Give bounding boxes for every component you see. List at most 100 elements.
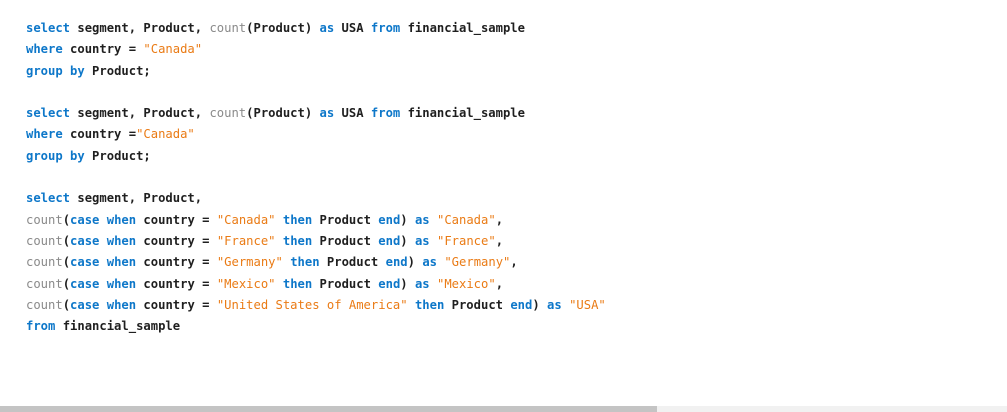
identifier-token: ): [400, 212, 415, 227]
code-line: select segment, Product, count(Product) …: [26, 103, 606, 124]
identifier-token: Product: [312, 233, 379, 248]
keyword-token: select: [26, 21, 71, 35]
string-token: "Mexico": [216, 276, 276, 291]
identifier-token: Product: [312, 212, 379, 227]
identifier-token: (: [62, 297, 71, 312]
code-line: count(case when country = "Germany" then…: [26, 252, 606, 273]
code-line: count(case when country = "Canada" then …: [26, 210, 606, 231]
identifier-token: country =: [136, 233, 217, 248]
string-token: "Canada": [437, 212, 496, 227]
identifier-token: [430, 234, 437, 248]
code-line: group by Product;: [26, 61, 606, 82]
keyword-token: end: [385, 255, 408, 270]
identifier-token: segment, Product,: [70, 191, 203, 206]
identifier-token: (: [62, 233, 71, 248]
identifier-token: (: [62, 255, 71, 270]
horizontal-scrollbar[interactable]: [0, 406, 1007, 412]
keyword-token: case: [70, 212, 100, 227]
identifier-token: country =: [136, 297, 217, 312]
keyword-token: as: [414, 233, 430, 248]
keyword-token: case: [70, 276, 100, 291]
identifier-token: (Product): [246, 21, 320, 35]
identifier-token: country =: [62, 127, 137, 142]
identifier-token: [99, 213, 106, 227]
identifier-token: (: [62, 212, 71, 227]
string-token: "Germany": [216, 255, 283, 270]
string-token: "Canada": [136, 127, 195, 142]
identifier-token: country =: [62, 42, 144, 57]
identifier-token: Product;: [84, 148, 151, 163]
keyword-token: as: [547, 297, 562, 312]
string-token: "France": [216, 233, 276, 248]
keyword-token: by: [70, 148, 85, 163]
identifier-token: [276, 234, 283, 248]
string-token: "Canada": [143, 42, 203, 57]
identifier-token: [430, 277, 437, 291]
identifier-token: [63, 64, 70, 78]
identifier-token: USA: [334, 21, 371, 35]
identifier-token: segment, Product,: [70, 21, 210, 35]
code-line: count(case when country = "Mexico" then …: [26, 274, 606, 295]
code-line: group by Product;: [26, 146, 606, 167]
keyword-token: end: [378, 276, 401, 291]
identifier-token: [276, 213, 283, 227]
identifier-token: [408, 298, 415, 312]
keyword-token: from: [26, 319, 56, 334]
code-line: count(case when country = "United States…: [26, 295, 606, 316]
identifier-token: Product;: [84, 63, 151, 78]
identifier-token: (Product): [246, 106, 320, 121]
string-token: "Germany": [444, 255, 511, 270]
function-token: count: [209, 106, 247, 121]
keyword-token: when: [106, 233, 137, 248]
keyword-token: then: [282, 276, 313, 291]
identifier-token: ,: [510, 255, 518, 270]
sql-code: select segment, Product, count(Product) …: [26, 18, 606, 337]
code-line: count(case when country = "France" then …: [26, 231, 606, 252]
scrollbar-thumb[interactable]: [0, 406, 657, 412]
identifier-token: [430, 213, 437, 227]
keyword-token: when: [106, 255, 137, 270]
keyword-token: from: [370, 21, 401, 35]
keyword-token: then: [290, 255, 320, 270]
function-token: count: [26, 212, 63, 227]
keyword-token: by: [70, 63, 85, 78]
string-token: "USA": [569, 297, 606, 312]
keyword-token: when: [106, 276, 137, 291]
code-line: select segment, Product,: [26, 188, 606, 209]
identifier-token: ,: [495, 233, 504, 248]
identifier-token: Product: [444, 297, 511, 312]
function-token: count: [26, 297, 63, 312]
keyword-token: where: [26, 127, 63, 142]
string-token: "Canada": [216, 212, 276, 227]
keyword-token: when: [106, 212, 137, 227]
keyword-token: when: [106, 297, 137, 312]
keyword-token: then: [282, 212, 313, 227]
code-line: select segment, Product, count(Product) …: [26, 18, 606, 39]
keyword-token: group: [26, 148, 63, 163]
keyword-token: case: [70, 255, 100, 270]
code-block: select segment, Product, count(Product) …: [0, 0, 1007, 412]
identifier-token: [99, 234, 106, 248]
identifier-token: financial_sample: [400, 106, 525, 121]
identifier-token: country =: [136, 212, 217, 227]
string-token: "France": [437, 233, 496, 248]
keyword-token: then: [282, 233, 313, 248]
keyword-token: case: [70, 233, 100, 248]
code-line: from financial_sample: [26, 316, 606, 337]
keyword-token: end: [378, 212, 401, 227]
function-token: count: [26, 255, 63, 270]
identifier-token: [276, 277, 283, 291]
identifier-token: ,: [495, 212, 504, 227]
identifier-token: [99, 255, 106, 269]
identifier-token: country =: [136, 255, 217, 270]
identifier-token: ): [400, 233, 415, 248]
keyword-token: from: [370, 106, 401, 121]
keyword-token: where: [26, 42, 63, 57]
identifier-token: financial_sample: [400, 21, 525, 35]
code-line: where country = "Canada": [26, 39, 606, 60]
identifier-token: financial_sample: [55, 319, 181, 334]
identifier-token: [562, 298, 569, 312]
identifier-token: USA: [334, 106, 371, 121]
keyword-token: group: [26, 63, 63, 78]
